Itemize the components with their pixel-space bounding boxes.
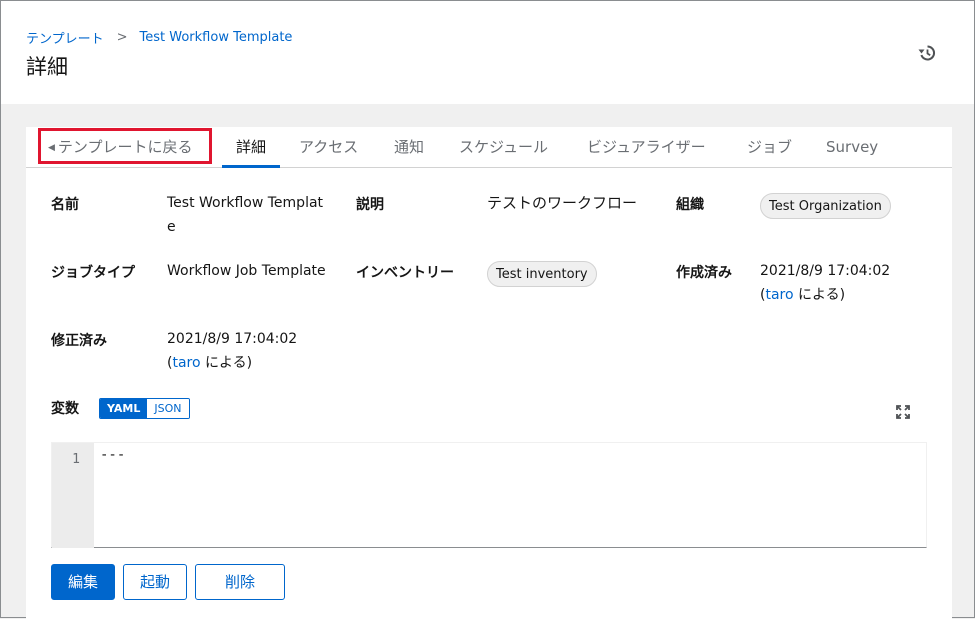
edit-button[interactable]: 編集 bbox=[51, 564, 115, 600]
created-by-suffix: による) bbox=[793, 287, 846, 303]
tab-bar: ◀ テンプレートに戻る 詳細 アクセス 通知 スケジュール ビジュアライザー ジョ… bbox=[26, 127, 952, 168]
breadcrumb: テンプレート > Test Workflow Template bbox=[26, 28, 292, 47]
variables-code-editor[interactable]: 1 --- bbox=[51, 442, 927, 548]
name-label: 名前 bbox=[51, 197, 79, 213]
modified-value: 2021/8/9 17:04:02 (taro による) bbox=[167, 327, 297, 375]
description-label: 説明 bbox=[356, 197, 384, 213]
variables-label: 変数 bbox=[51, 401, 79, 417]
created-by: (taro による) bbox=[760, 283, 890, 307]
inventory-label: インベントリー bbox=[356, 265, 454, 281]
caret-left-icon: ◀ bbox=[48, 143, 55, 153]
breadcrumb-templates-link[interactable]: テンプレート bbox=[26, 28, 104, 47]
editor-content: --- bbox=[100, 447, 126, 463]
json-toggle-button[interactable]: JSON bbox=[147, 399, 189, 418]
organization-label: 組織 bbox=[676, 197, 704, 213]
variables-format-toggle: YAML JSON bbox=[99, 398, 190, 419]
description-value: テストのワークフロー bbox=[487, 194, 638, 212]
delete-button[interactable]: 削除 bbox=[195, 564, 285, 600]
tab-survey[interactable]: Survey bbox=[826, 127, 878, 167]
modified-label: 修正済み bbox=[51, 333, 107, 349]
page-title: 詳細 bbox=[26, 55, 68, 79]
tab-access[interactable]: アクセス bbox=[299, 127, 358, 167]
tab-back-to-templates[interactable]: ◀ テンプレートに戻る bbox=[48, 127, 192, 167]
tab-jobs[interactable]: ジョブ bbox=[747, 127, 792, 167]
created-by-user-link[interactable]: taro bbox=[765, 287, 793, 303]
created-label: 作成済み bbox=[676, 265, 732, 281]
tab-details[interactable]: 詳細 bbox=[221, 127, 281, 168]
tab-notifications[interactable]: 通知 bbox=[394, 127, 424, 167]
modified-by-user-link[interactable]: taro bbox=[172, 355, 200, 371]
organization-chip[interactable]: Test Organization bbox=[760, 193, 891, 219]
name-value-line1: Test Workflow Templat bbox=[167, 195, 324, 211]
launch-button[interactable]: 起動 bbox=[123, 564, 187, 600]
history-icon[interactable] bbox=[917, 43, 937, 63]
line-number: 1 bbox=[72, 452, 80, 467]
name-value: Test Workflow Templat e bbox=[167, 191, 323, 239]
tab-visualizer[interactable]: ビジュアライザー bbox=[587, 127, 706, 167]
page-header: テンプレート > Test Workflow Template 詳細 bbox=[1, 1, 974, 104]
detail-card: ◀ テンプレートに戻る 詳細 アクセス 通知 スケジュール ビジュアライザー ジョ… bbox=[26, 127, 952, 619]
tab-back-label: テンプレートに戻る bbox=[57, 138, 193, 156]
created-date: 2021/8/9 17:04:02 bbox=[760, 263, 891, 279]
name-value-line2: e bbox=[167, 219, 176, 235]
expand-icon[interactable] bbox=[896, 405, 910, 419]
modified-date: 2021/8/9 17:04:02 bbox=[167, 331, 298, 347]
tab-schedules[interactable]: スケジュール bbox=[459, 127, 548, 167]
breadcrumb-current-link[interactable]: Test Workflow Template bbox=[140, 30, 293, 45]
editor-gutter: 1 bbox=[52, 443, 94, 548]
inventory-chip[interactable]: Test inventory bbox=[487, 261, 597, 287]
job-type-label: ジョブタイプ bbox=[51, 265, 135, 281]
job-type-value: Workflow Job Template bbox=[167, 263, 326, 279]
yaml-toggle-button[interactable]: YAML bbox=[100, 399, 148, 418]
modified-by: (taro による) bbox=[167, 351, 297, 375]
created-value: 2021/8/9 17:04:02 (taro による) bbox=[760, 259, 890, 307]
modified-by-suffix: による) bbox=[200, 355, 253, 371]
breadcrumb-separator: > bbox=[116, 30, 128, 45]
